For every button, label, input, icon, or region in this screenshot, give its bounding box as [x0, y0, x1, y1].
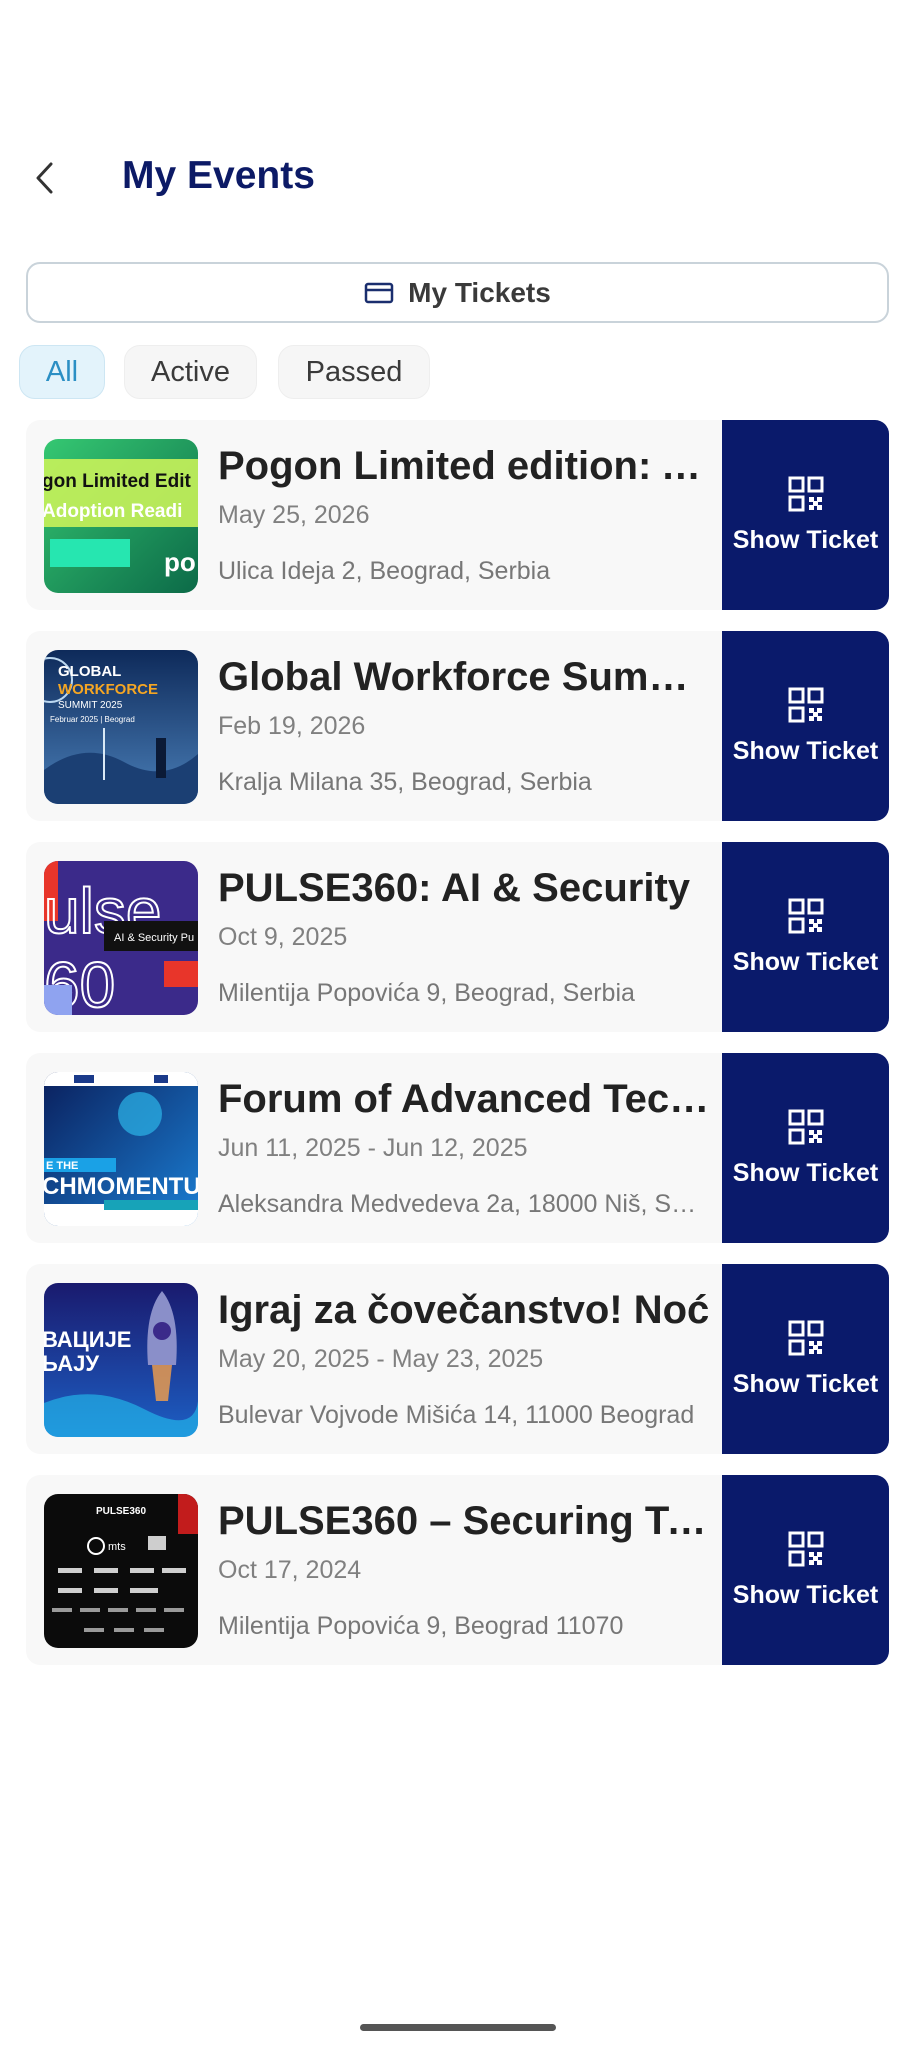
show-ticket-label: Show Ticket — [732, 525, 879, 554]
thumb-text: E THE — [46, 1160, 78, 1172]
thumb-text: ЬАЈУ — [44, 1351, 99, 1376]
event-thumbnail: ВАЦИЈЕ ЬАЈУ — [44, 1283, 198, 1437]
qr-code-icon — [788, 476, 823, 511]
thumb-text: WORKFORCE — [58, 681, 158, 698]
qr-code-icon — [788, 898, 823, 933]
event-card[interactable]: E THE CHMOMENTU Forum of Advanced Techno… — [26, 1053, 889, 1243]
show-ticket-label: Show Ticket — [732, 736, 879, 765]
thumb-text: ВАЦИЈЕ — [44, 1327, 131, 1352]
thumb-text: CHMOMENTU — [44, 1173, 198, 1200]
thumb-text: mts — [108, 1541, 126, 1553]
event-location: Milentija Popovića 9, Beograd, Serbia — [218, 979, 635, 1007]
event-location: Ulica Ideja 2, Beograd, Serbia — [218, 557, 551, 585]
event-location: Bulevar Vojvode Mišića 14, 11000 Beograd — [218, 1401, 695, 1429]
home-indicator[interactable] — [360, 2024, 556, 2031]
thumb-text: PULSE360 — [96, 1506, 146, 1517]
thumb-text: gon Limited Edit — [44, 471, 191, 492]
show-ticket-label: Show Ticket — [732, 1369, 879, 1398]
thumb-text: SUMMIT 2025 — [58, 700, 123, 711]
event-thumbnail: ulse 60 AI & Security Pu — [44, 861, 198, 1015]
event-title: PULSE360: AI & Security — [218, 866, 691, 910]
event-card[interactable]: GLOBAL WORKFORCE SUMMIT 2025 Februar 202… — [26, 631, 889, 821]
event-date: May 25, 2026 — [218, 501, 370, 529]
thumb-text: Adoption Readi — [44, 501, 182, 522]
show-ticket-label: Show Ticket — [732, 1580, 879, 1609]
show-ticket-button[interactable]: Show Ticket — [722, 420, 889, 610]
show-ticket-button[interactable]: Show Ticket — [722, 1475, 889, 1665]
thumb-text: GLOBAL — [58, 663, 121, 680]
chevron-left-icon — [36, 162, 53, 194]
event-thumbnail: PULSE360 mts — [44, 1494, 198, 1648]
app-header: My Events — [0, 150, 917, 210]
event-location: Milentija Popovića 9, Beograd 11070 — [218, 1612, 624, 1640]
event-date: Jun 11, 2025 - Jun 12, 2025 — [218, 1134, 528, 1162]
event-card[interactable]: ulse 60 AI & Security Pu PULSE360: AI & … — [26, 842, 889, 1032]
event-title: PULSE360 – Securing Tomorrow — [218, 1499, 716, 1543]
event-date: Oct 17, 2024 — [218, 1556, 362, 1584]
event-card[interactable]: PULSE360 mts PULSE360 – Securing Tomorro… — [26, 1475, 889, 1665]
qr-code-icon — [788, 1320, 823, 1355]
back-button[interactable] — [28, 158, 60, 198]
event-thumbnail: E THE CHMOMENTU — [44, 1072, 198, 1226]
event-date: Oct 9, 2025 — [218, 923, 348, 951]
event-card[interactable]: gon Limited Edit Adoption Readi po Pogon… — [26, 420, 889, 610]
event-location: Kralja Milana 35, Beograd, Serbia — [218, 768, 592, 796]
event-date: May 20, 2025 - May 23, 2025 — [218, 1345, 544, 1373]
thumb-text: po — [164, 547, 196, 577]
filter-chip-all[interactable]: All — [19, 345, 105, 399]
show-ticket-label: Show Ticket — [732, 947, 879, 976]
show-ticket-button[interactable]: Show Ticket — [722, 842, 889, 1032]
event-title: Forum of Advanced Technologies — [218, 1077, 716, 1121]
my-tickets-label: My Tickets — [408, 276, 551, 308]
event-location: Aleksandra Medvedeva 2a, 18000 Niš, Serb… — [218, 1190, 708, 1218]
thumb-text: AI & Security Pu — [114, 932, 194, 944]
qr-code-icon — [788, 1109, 823, 1144]
show-ticket-label: Show Ticket — [732, 1158, 879, 1187]
filter-chip-passed[interactable]: Passed — [278, 345, 430, 399]
show-ticket-button[interactable]: Show Ticket — [722, 631, 889, 821]
show-ticket-button[interactable]: Show Ticket — [722, 1053, 889, 1243]
event-thumbnail: GLOBAL WORKFORCE SUMMIT 2025 Februar 202… — [44, 650, 198, 804]
event-title: Pogon Limited edition: AI Adoption Readi… — [218, 444, 716, 488]
event-title: Igraj za čovečanstvo! Noć — [218, 1288, 710, 1332]
my-tickets-button[interactable]: My Tickets — [26, 262, 889, 323]
event-card[interactable]: ВАЦИЈЕ ЬАЈУ Igraj za čovečanstvo! Noć Ma… — [26, 1264, 889, 1454]
thumb-text: Februar 2025 | Beograd — [50, 715, 135, 724]
qr-code-icon — [788, 687, 823, 722]
event-title: Global Workforce Summit 2025 — [218, 655, 716, 699]
page-title: My Events — [122, 154, 315, 197]
event-thumbnail: gon Limited Edit Adoption Readi po — [44, 439, 198, 593]
ticket-card-icon — [364, 282, 394, 303]
qr-code-icon — [788, 1531, 823, 1566]
show-ticket-button[interactable]: Show Ticket — [722, 1264, 889, 1454]
filter-chip-active[interactable]: Active — [124, 345, 257, 399]
event-date: Feb 19, 2026 — [218, 712, 366, 740]
